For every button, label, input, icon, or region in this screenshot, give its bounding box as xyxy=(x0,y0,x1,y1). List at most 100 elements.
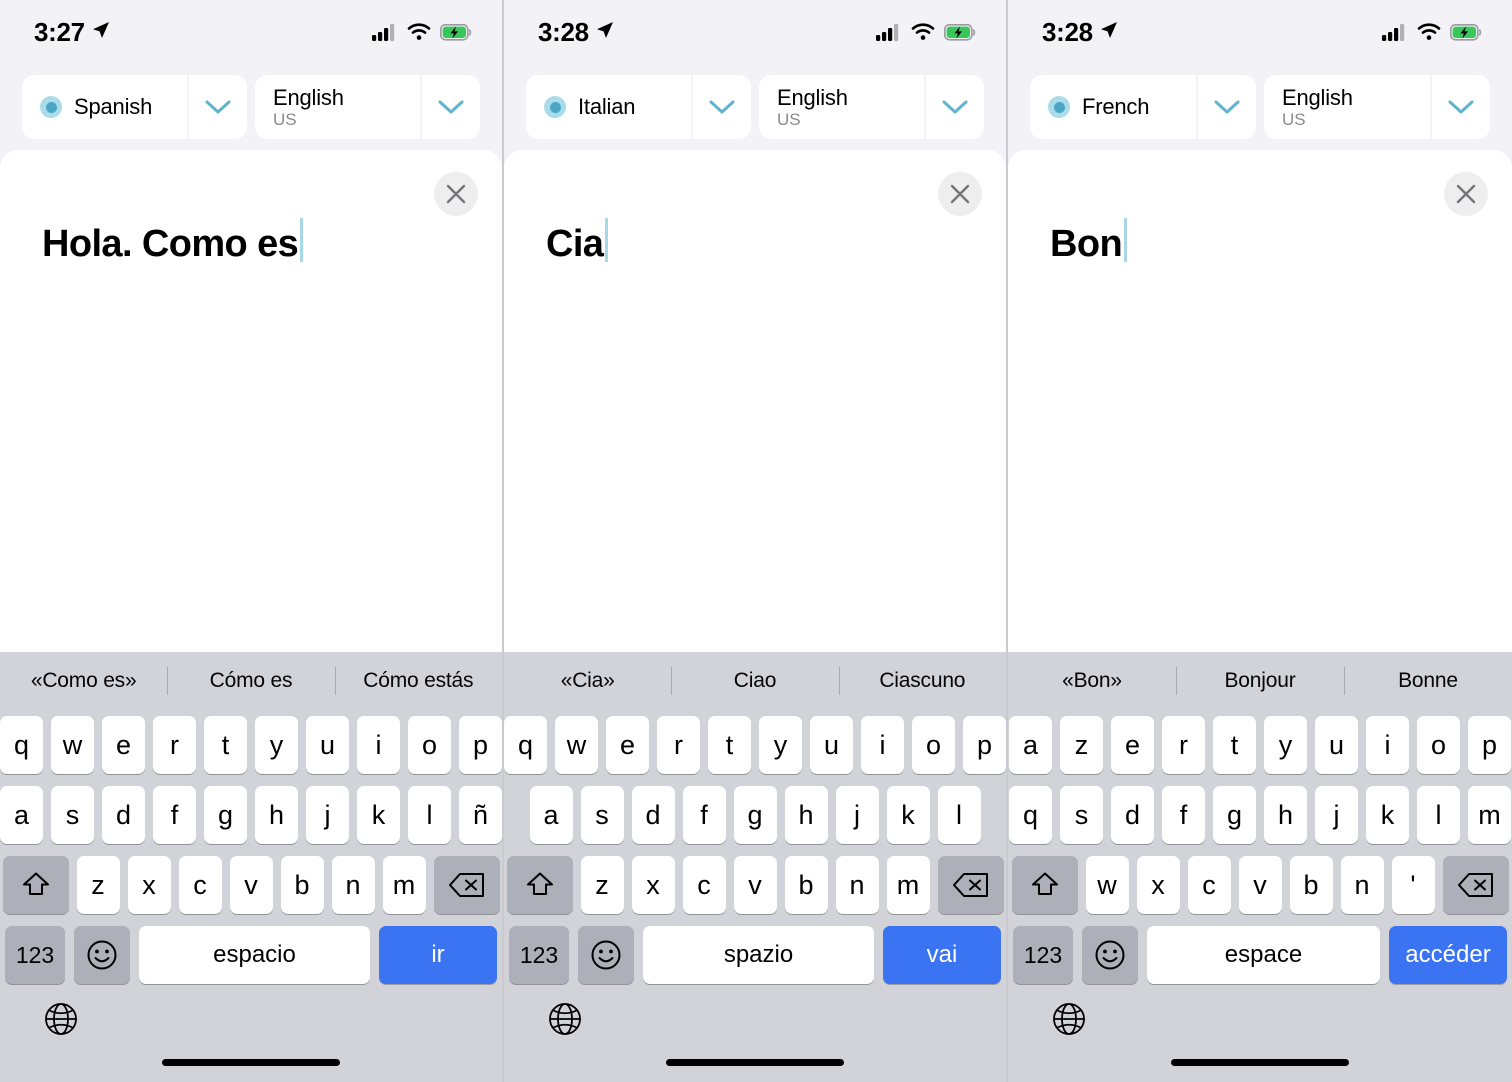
shift-key[interactable] xyxy=(2,856,69,914)
key-t[interactable]: t xyxy=(708,716,751,774)
key-w[interactable]: w xyxy=(51,716,94,774)
key-v[interactable]: v xyxy=(733,856,777,914)
key-y[interactable]: y xyxy=(255,716,298,774)
key-g[interactable]: g xyxy=(733,786,777,844)
key-ñ[interactable]: ñ xyxy=(459,786,502,844)
globe-key[interactable] xyxy=(1048,998,1090,1040)
key-a[interactable]: a xyxy=(1009,716,1052,774)
key-y[interactable]: y xyxy=(759,716,802,774)
emoji-key[interactable] xyxy=(74,926,130,984)
numeric-key[interactable]: 123 xyxy=(5,926,65,984)
key-l[interactable]: l xyxy=(408,786,451,844)
translation-input-field[interactable]: Hola. Como es xyxy=(42,212,442,266)
key-e[interactable]: e xyxy=(102,716,145,774)
key-z[interactable]: z xyxy=(580,856,624,914)
suggestion-2[interactable]: Ciao xyxy=(671,669,838,693)
key-j[interactable]: j xyxy=(835,786,879,844)
suggestion-1[interactable]: «Bon» xyxy=(1008,669,1176,693)
globe-key[interactable] xyxy=(40,998,82,1040)
source-language-main[interactable]: Spanish xyxy=(22,75,189,139)
key-s[interactable]: s xyxy=(580,786,624,844)
key-r[interactable]: r xyxy=(153,716,196,774)
key-q[interactable]: q xyxy=(504,716,547,774)
space-key[interactable]: espace xyxy=(1147,926,1380,984)
key-f[interactable]: f xyxy=(1162,786,1205,844)
key-v[interactable]: v xyxy=(1238,856,1282,914)
suggestion-3[interactable]: Cómo estás xyxy=(335,669,502,693)
target-language-selector[interactable]: English US xyxy=(759,75,984,139)
emoji-key[interactable] xyxy=(578,926,634,984)
target-language-chevron[interactable] xyxy=(422,75,480,139)
emoji-key[interactable] xyxy=(1082,926,1138,984)
key-n[interactable]: n xyxy=(331,856,375,914)
key-l[interactable]: l xyxy=(1417,786,1460,844)
target-language-main[interactable]: English US xyxy=(759,75,926,139)
key-d[interactable]: d xyxy=(1111,786,1154,844)
key-v[interactable]: v xyxy=(229,856,273,914)
source-language-selector[interactable]: Italian xyxy=(526,75,751,139)
key-m[interactable]: m xyxy=(382,856,426,914)
target-language-chevron[interactable] xyxy=(1432,75,1490,139)
shift-key[interactable] xyxy=(506,856,573,914)
clear-text-button[interactable] xyxy=(1444,172,1488,216)
key-a[interactable]: a xyxy=(0,786,43,844)
return-key[interactable]: accéder xyxy=(1389,926,1507,984)
clear-text-button[interactable] xyxy=(434,172,478,216)
key-i[interactable]: i xyxy=(357,716,400,774)
key-d[interactable]: d xyxy=(631,786,675,844)
suggestion-1[interactable]: «Como es» xyxy=(0,669,167,693)
key-w[interactable]: w xyxy=(555,716,598,774)
return-key[interactable]: vai xyxy=(883,926,1001,984)
suggestion-3[interactable]: Bonne xyxy=(1344,669,1512,693)
translation-input-field[interactable]: Bon xyxy=(1050,212,1452,266)
key-r[interactable]: r xyxy=(657,716,700,774)
key-f[interactable]: f xyxy=(682,786,726,844)
numeric-key[interactable]: 123 xyxy=(509,926,569,984)
target-language-selector[interactable]: English US xyxy=(1264,75,1490,139)
target-language-main[interactable]: English US xyxy=(1264,75,1432,139)
globe-key[interactable] xyxy=(544,998,586,1040)
key-t[interactable]: t xyxy=(204,716,247,774)
space-key[interactable]: spazio xyxy=(643,926,874,984)
return-key[interactable]: ir xyxy=(379,926,497,984)
key-z[interactable]: z xyxy=(76,856,120,914)
key-t[interactable]: t xyxy=(1213,716,1256,774)
key-g[interactable]: g xyxy=(1213,786,1256,844)
key-o[interactable]: o xyxy=(408,716,451,774)
key-c[interactable]: c xyxy=(178,856,222,914)
suggestion-2[interactable]: Cómo es xyxy=(167,669,334,693)
key-'[interactable]: ' xyxy=(1391,856,1435,914)
key-k[interactable]: k xyxy=(1366,786,1409,844)
suggestion-1[interactable]: «Cia» xyxy=(504,669,671,693)
delete-key[interactable] xyxy=(1442,856,1509,914)
key-q[interactable]: q xyxy=(0,716,43,774)
key-i[interactable]: i xyxy=(861,716,904,774)
source-language-main[interactable]: Italian xyxy=(526,75,693,139)
source-language-selector[interactable]: French xyxy=(1030,75,1256,139)
key-p[interactable]: p xyxy=(963,716,1006,774)
key-g[interactable]: g xyxy=(204,786,247,844)
key-a[interactable]: a xyxy=(529,786,573,844)
target-language-selector[interactable]: English US xyxy=(255,75,480,139)
key-w[interactable]: w xyxy=(1085,856,1129,914)
key-c[interactable]: c xyxy=(1187,856,1231,914)
key-f[interactable]: f xyxy=(153,786,196,844)
key-c[interactable]: c xyxy=(682,856,726,914)
key-h[interactable]: h xyxy=(255,786,298,844)
key-u[interactable]: u xyxy=(810,716,853,774)
key-b[interactable]: b xyxy=(280,856,324,914)
key-n[interactable]: n xyxy=(1340,856,1384,914)
key-u[interactable]: u xyxy=(306,716,349,774)
target-language-main[interactable]: English US xyxy=(255,75,422,139)
key-x[interactable]: x xyxy=(127,856,171,914)
source-language-chevron[interactable] xyxy=(189,75,247,139)
delete-key[interactable] xyxy=(937,856,1004,914)
key-r[interactable]: r xyxy=(1162,716,1205,774)
shift-key[interactable] xyxy=(1011,856,1078,914)
delete-key[interactable] xyxy=(433,856,500,914)
key-e[interactable]: e xyxy=(606,716,649,774)
numeric-key[interactable]: 123 xyxy=(1013,926,1073,984)
source-language-chevron[interactable] xyxy=(693,75,751,139)
key-e[interactable]: e xyxy=(1111,716,1154,774)
key-m[interactable]: m xyxy=(886,856,930,914)
